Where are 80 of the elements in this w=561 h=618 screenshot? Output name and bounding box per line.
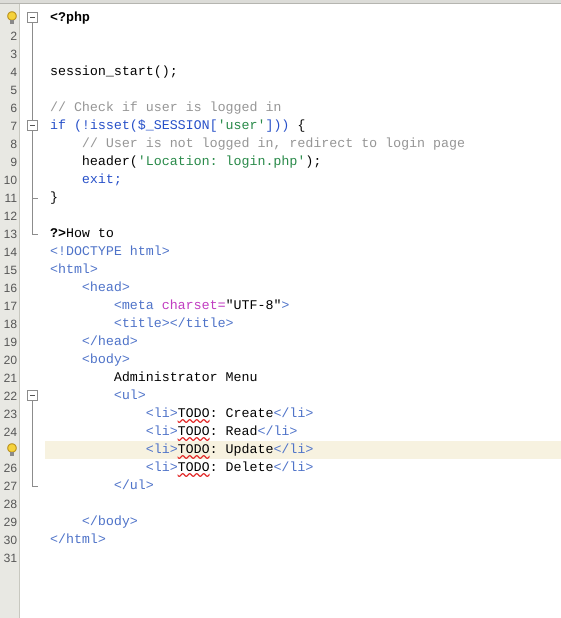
code-tag: <body> [50, 350, 130, 370]
line-number: 7 [10, 118, 17, 135]
line-number: 21 [4, 370, 17, 387]
line-number: 3 [10, 46, 17, 63]
code-tag: </li> [273, 440, 314, 460]
misspelled-word: TODO [178, 405, 210, 424]
code-text: session_start(); [50, 63, 178, 82]
misspelled-word: TODO [178, 441, 210, 460]
line-number: 31 [4, 550, 17, 567]
collapse-icon[interactable] [27, 390, 38, 401]
line-number: 12 [4, 208, 17, 225]
code-tag: </html> [50, 530, 106, 550]
line-number: 10 [4, 172, 17, 189]
code-text: charset= [162, 297, 226, 316]
code-text: "UTF-8" [226, 297, 282, 316]
code-text: Administrator Menu [112, 369, 258, 388]
code-text: } [50, 189, 58, 208]
line-number: 27 [4, 478, 17, 495]
line-number: 18 [4, 316, 17, 333]
code-tag: <html> [50, 260, 98, 280]
line-number: 4 [10, 64, 17, 81]
code-text: : Update [210, 441, 274, 460]
line-number: 28 [4, 496, 17, 513]
code-tag: </li> [257, 422, 298, 442]
line-number: 20 [4, 352, 17, 369]
code-text: { [296, 117, 306, 136]
code-tag: </li> [273, 458, 314, 478]
line-number: 6 [10, 100, 17, 117]
code-string: 'user' [218, 117, 266, 136]
code-tag: <li> [50, 440, 178, 460]
line-number: 19 [4, 334, 17, 351]
code-text: header( [80, 153, 138, 172]
code-text: <?php [50, 9, 90, 28]
code-comment: // User is not logged in, redirect to login page [80, 135, 465, 154]
code-text: if (!isset($_SESSION[ [50, 117, 218, 136]
misspelled-word: TODO [178, 459, 210, 478]
code-text: ); [305, 153, 322, 172]
code-tag: </ul> [50, 476, 154, 496]
lightbulb-icon[interactable] [7, 443, 17, 457]
line-number: 8 [10, 136, 17, 153]
code-tag: </head> [50, 332, 138, 352]
code-tag: > [281, 296, 290, 316]
code-text: ])) [265, 117, 290, 136]
line-number: 14 [4, 244, 17, 261]
code-tag: <ul> [50, 386, 146, 406]
line-number: 15 [4, 262, 17, 279]
code-tag: <li> [50, 404, 178, 424]
line-number: 26 [4, 460, 17, 477]
line-number: 30 [4, 532, 17, 549]
code-comment: // Check if user is logged in [50, 99, 282, 118]
code-tag: <meta [50, 296, 162, 316]
code-tag: <li> [50, 458, 178, 478]
code-tag: </body> [50, 512, 138, 532]
line-number: 11 [4, 190, 17, 207]
code-text: ?> [50, 225, 66, 244]
misspelled-word: TODO [178, 423, 210, 442]
lightbulb-icon[interactable] [7, 11, 17, 25]
code-text: How to [66, 225, 114, 244]
line-number: 29 [4, 514, 17, 531]
line-number: 2 [10, 28, 17, 45]
collapse-icon[interactable] [27, 12, 38, 23]
code-tag: <head> [50, 278, 130, 298]
code-text: : Delete [210, 459, 274, 478]
code-tag: <title></title> [50, 314, 234, 334]
code-text: : Create [210, 405, 274, 424]
line-number: 24 [4, 424, 17, 441]
line-number: 22 [4, 388, 17, 405]
code-tag: </li> [273, 404, 314, 424]
line-number: 17 [4, 298, 17, 315]
line-number: 23 [4, 406, 17, 423]
code-tag: <!DOCTYPE html> [50, 242, 170, 262]
line-number: 5 [10, 82, 17, 99]
line-number: 13 [4, 226, 17, 243]
code-text: : Read [210, 423, 258, 442]
code-text: exit; [80, 171, 122, 190]
line-number: 16 [4, 280, 17, 297]
collapse-icon[interactable] [27, 120, 38, 131]
code-string: 'Location: login.php' [138, 153, 306, 172]
code-tag: <li> [50, 422, 178, 442]
line-number: 9 [10, 154, 17, 171]
